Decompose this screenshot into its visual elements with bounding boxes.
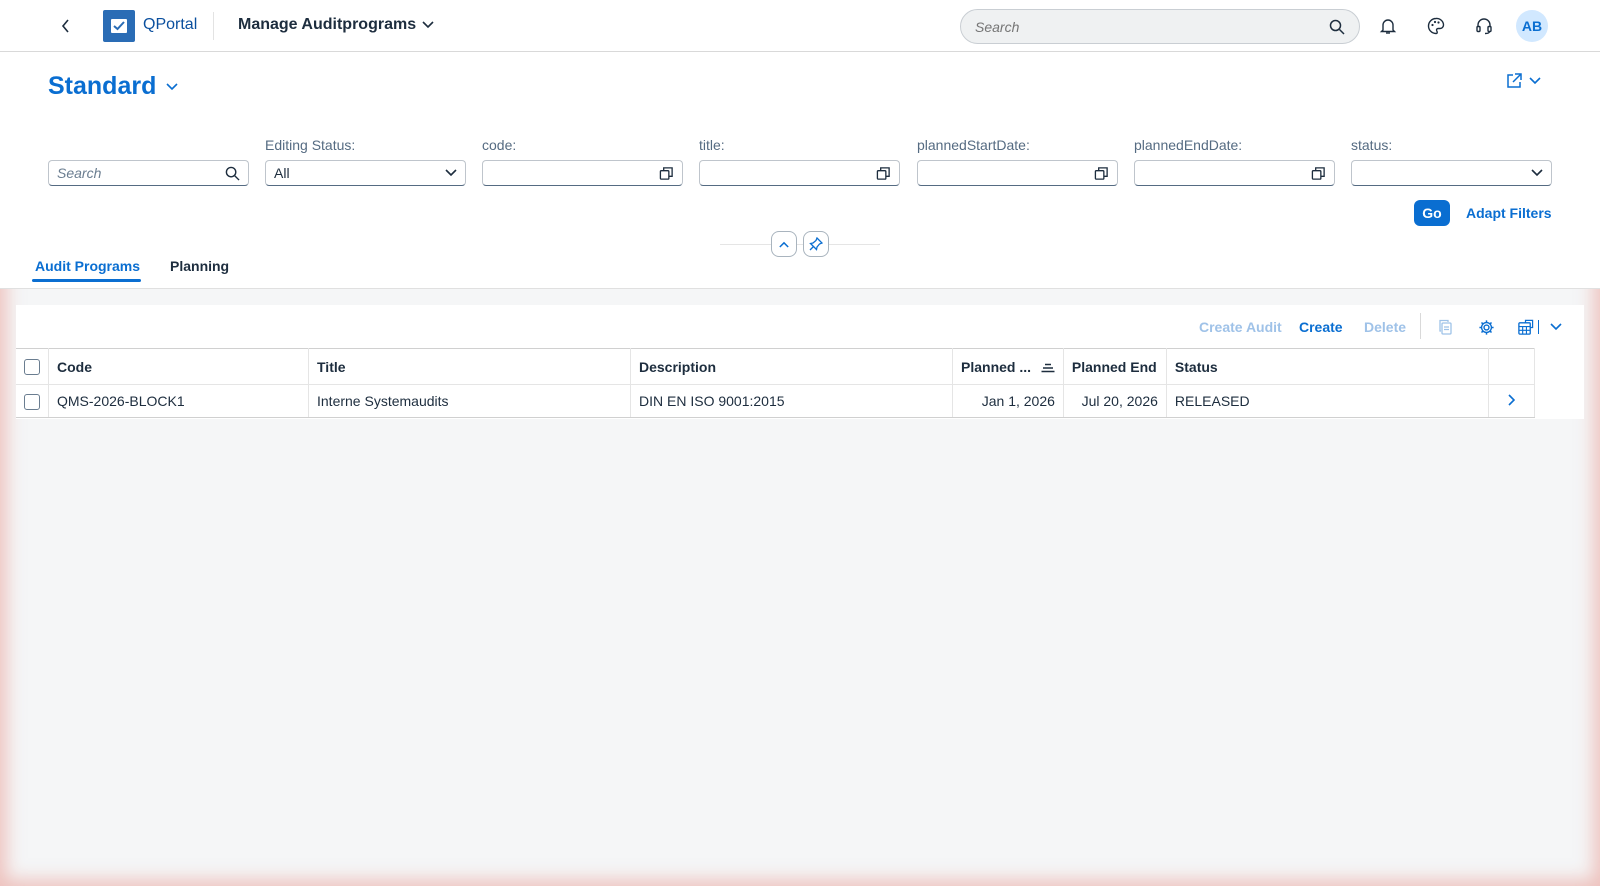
share-button[interactable] [1505, 72, 1541, 90]
dynamic-page-header: Standard Editing Status: code: title: pl… [0, 52, 1600, 289]
export-divider [1536, 315, 1540, 339]
create-button[interactable]: Create [1299, 319, 1343, 335]
go-button[interactable]: Go [1414, 200, 1450, 226]
chevron-down-icon [1529, 77, 1541, 85]
column-header-navigation [1488, 348, 1535, 385]
planned-start-filter-label: plannedStartDate: [917, 137, 1030, 153]
gear-icon [1478, 319, 1494, 335]
copy-icon [1439, 319, 1452, 335]
row-navigation-cell[interactable] [1488, 384, 1535, 418]
title-filter-label: title: [699, 137, 725, 153]
column-header-planned-start[interactable]: Planned ... [952, 348, 1064, 385]
headset-icon [1476, 18, 1492, 35]
planned-end-filter-label: plannedEndDate: [1134, 137, 1243, 153]
shell-bar: QPortal Manage Auditprograms AB [0, 0, 1600, 52]
table-settings-button[interactable] [1474, 315, 1498, 339]
row-select-cell [16, 384, 49, 418]
code-filter-label: code: [482, 137, 517, 153]
logo-check-icon [111, 19, 127, 33]
chevron-down-icon [1550, 323, 1562, 331]
column-header-title[interactable]: Title [308, 348, 631, 385]
value-help-icon[interactable] [876, 166, 891, 181]
planned-end-filter-input[interactable] [1134, 160, 1335, 186]
column-header-code[interactable]: Code [48, 348, 309, 385]
code-filter-input[interactable] [482, 160, 683, 186]
shell-divider [213, 12, 214, 40]
cell-description: DIN EN ISO 9001:2015 [630, 384, 953, 418]
adapt-filters-button[interactable]: Adapt Filters [1466, 205, 1552, 221]
app-title: Manage Auditprograms [238, 16, 417, 33]
planned-start-header-label: Planned ... [961, 358, 1032, 375]
back-button[interactable] [52, 12, 80, 40]
share-icon [1507, 73, 1522, 88]
pin-header-button[interactable] [803, 231, 829, 257]
value-help-icon[interactable] [1311, 166, 1326, 181]
cell-title: Interne Systemaudits [308, 384, 631, 418]
cell-planned-end: Jul 20, 2026 [1063, 384, 1167, 418]
active-tab-indicator [32, 279, 141, 282]
select-all-checkbox[interactable] [24, 359, 40, 376]
editing-status-value: All [274, 165, 290, 181]
column-header-status[interactable]: Status [1166, 348, 1489, 385]
variant-selector[interactable]: Standard [48, 72, 178, 101]
product-name[interactable]: QPortal [143, 16, 197, 34]
app-frame: QPortal Manage Auditprograms AB Standard [0, 0, 1600, 886]
row-checkbox[interactable] [24, 393, 40, 410]
chevron-left-icon [61, 19, 69, 33]
export-spreadsheet-icon [1517, 319, 1533, 335]
chevron-down-icon [422, 21, 434, 29]
status-filter-label: status: [1351, 137, 1393, 153]
chevron-down-icon [445, 169, 457, 177]
select-all-cell [16, 348, 49, 385]
bell-icon [1379, 19, 1397, 34]
pin-icon [809, 237, 823, 251]
search-icon[interactable] [1329, 19, 1345, 35]
filter-search-field[interactable]: Search [48, 160, 249, 186]
filter-search-input[interactable]: Search [57, 165, 225, 181]
chevron-down-icon [1531, 169, 1543, 177]
planned-start-filter-input[interactable] [917, 160, 1118, 186]
support-button[interactable] [1470, 12, 1498, 40]
chevron-down-icon [166, 82, 178, 90]
cell-status: RELEASED [1166, 384, 1489, 418]
chevron-right-icon[interactable] [1507, 394, 1516, 406]
collapse-header-button[interactable] [771, 231, 797, 257]
palette-icon [1427, 17, 1445, 35]
variant-name: Standard [48, 72, 157, 100]
tab-planning[interactable]: Planning [170, 258, 229, 274]
audit-programs-table: Code Title Description Planned ... Plann… [16, 348, 1535, 418]
value-help-icon[interactable] [1094, 166, 1109, 181]
editing-status-label: Editing Status: [265, 137, 356, 153]
shell-search-field[interactable] [960, 9, 1360, 44]
chevron-up-icon [779, 241, 789, 248]
tab-audit-programs[interactable]: Audit Programs [35, 258, 140, 274]
export-menu-button[interactable] [1544, 315, 1568, 339]
search-icon[interactable] [225, 166, 240, 181]
notifications-button[interactable] [1374, 12, 1402, 40]
table-panel: Create Audit Create Delete Code Title De… [16, 305, 1584, 419]
delete-button[interactable]: Delete [1364, 319, 1406, 335]
title-filter-input[interactable] [699, 160, 900, 186]
header-divider [720, 244, 880, 245]
user-avatar[interactable]: AB [1516, 10, 1548, 42]
cell-planned-start: Jan 1, 2026 [952, 384, 1064, 418]
status-filter-select[interactable] [1351, 160, 1552, 186]
shell-search-input[interactable] [975, 18, 1329, 35]
theme-button[interactable] [1422, 12, 1450, 40]
editing-status-select[interactable]: All [265, 160, 466, 186]
app-logo[interactable] [103, 10, 135, 42]
table-header-row: Code Title Description Planned ... Plann… [16, 348, 1535, 385]
sort-icon [1041, 363, 1055, 372]
cell-code: QMS-2026-BLOCK1 [48, 384, 309, 418]
column-header-description[interactable]: Description [630, 348, 953, 385]
create-audit-button[interactable]: Create Audit [1199, 319, 1282, 335]
toolbar-separator [1420, 313, 1421, 339]
column-header-planned-end[interactable]: Planned End [1063, 348, 1167, 385]
export-button[interactable] [1513, 315, 1537, 339]
app-title-menu[interactable]: Manage Auditprograms [238, 16, 434, 34]
value-help-icon[interactable] [659, 166, 674, 181]
table-row[interactable]: QMS-2026-BLOCK1 Interne Systemaudits DIN… [16, 384, 1535, 418]
copy-button[interactable] [1434, 315, 1458, 339]
